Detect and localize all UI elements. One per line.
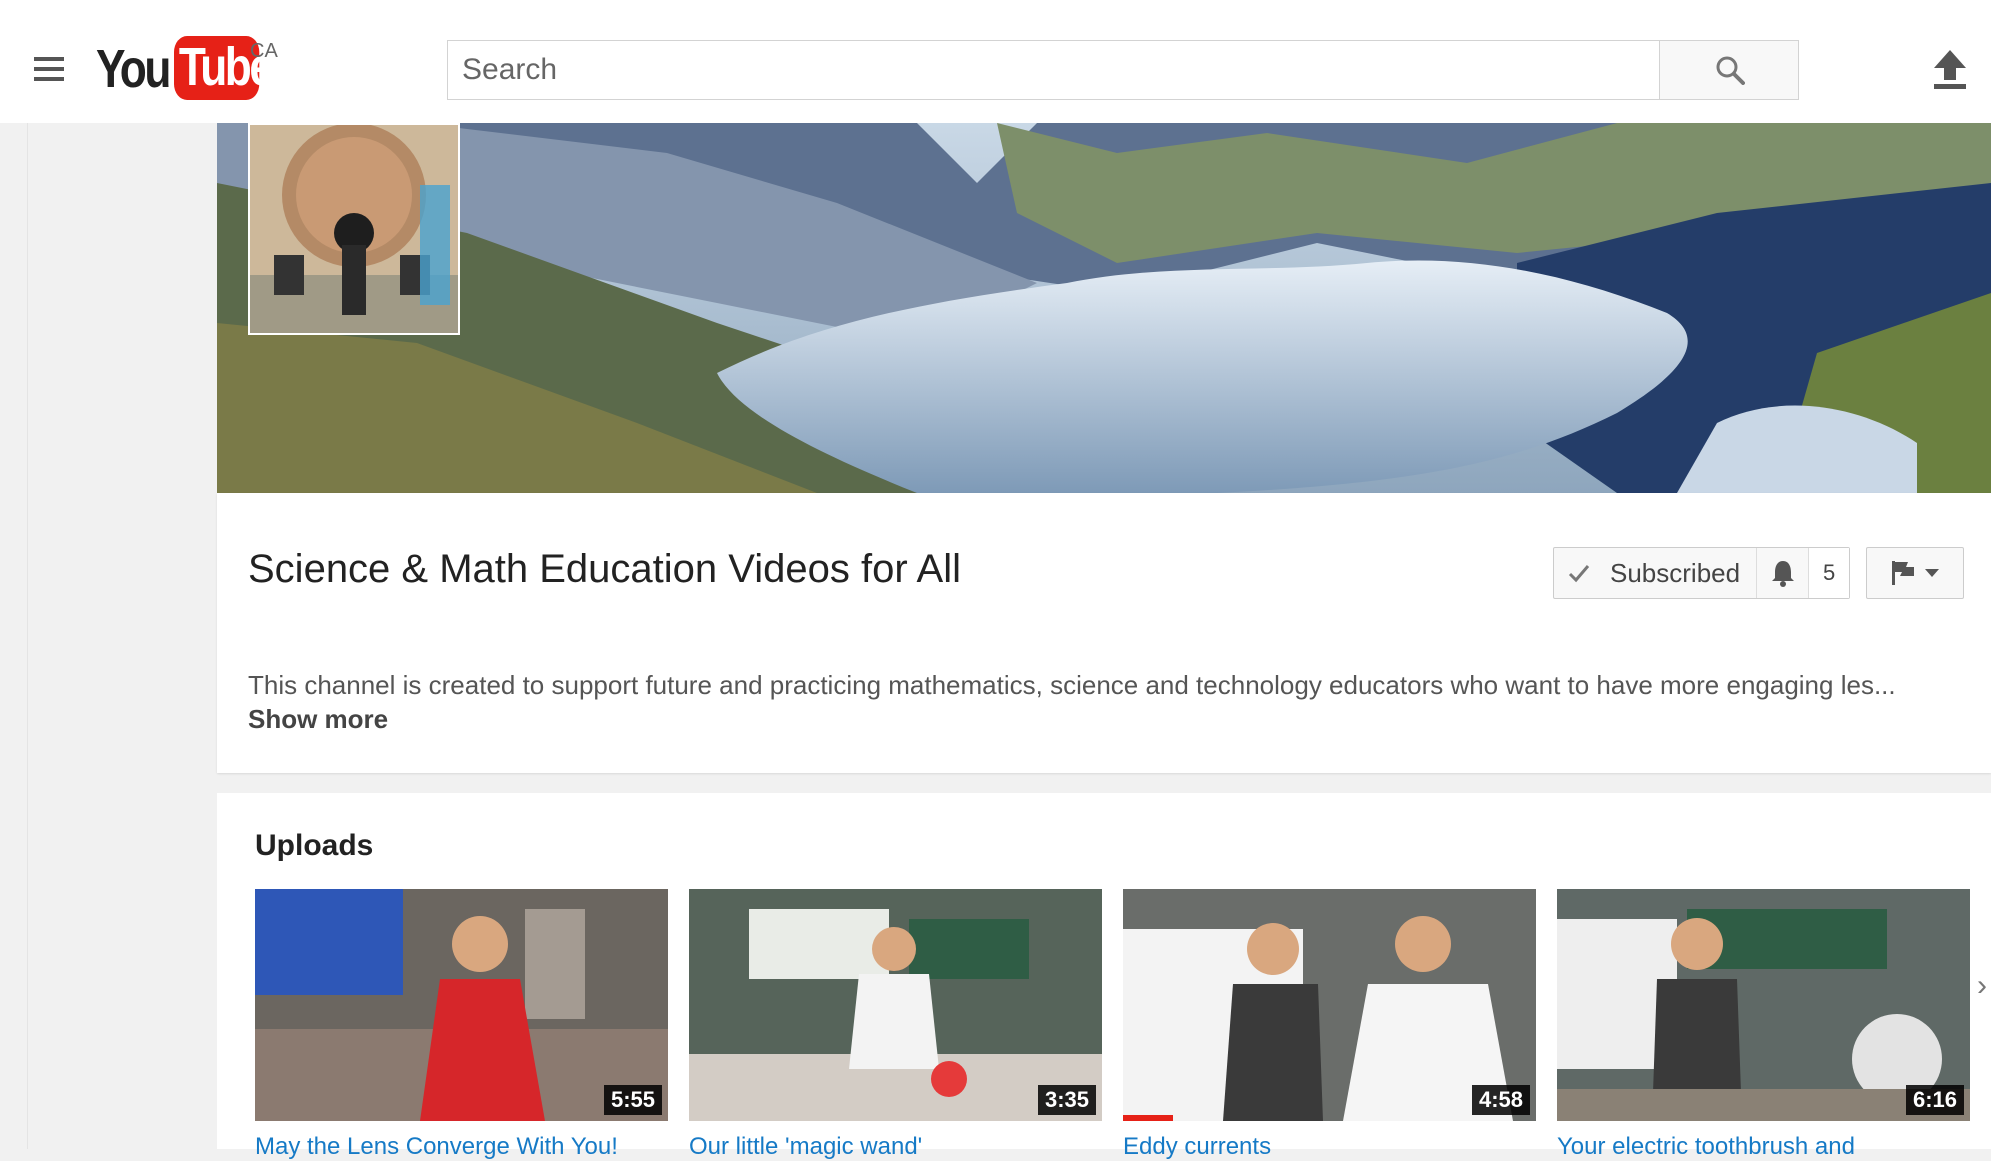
search-box <box>447 40 1660 100</box>
shelf-next-arrow-icon[interactable]: › <box>1977 969 1987 1003</box>
video-card[interactable]: 4:58 Eddy currents <box>1123 889 1536 1161</box>
chevron-down-icon <box>1925 569 1939 577</box>
video-title[interactable]: Our little 'magic wand' <box>689 1133 1102 1161</box>
subscribe-group: Subscribed 5 <box>1553 547 1851 599</box>
video-thumbnail[interactable]: 6:16 <box>1557 889 1970 1121</box>
video-title[interactable]: Eddy currents <box>1123 1133 1536 1161</box>
masthead: You Tube CA <box>0 0 1991 123</box>
channel-header: Science & Math Education Videos for All … <box>217 493 1991 773</box>
check-icon <box>1568 565 1590 583</box>
channel-title: Science & Math Education Videos for All <box>248 547 962 591</box>
description-text: This channel is created to support futur… <box>248 670 1896 700</box>
logo-you-text: You <box>96 39 171 99</box>
search-button[interactable] <box>1659 40 1799 100</box>
show-more-link[interactable]: Show more <box>248 704 388 734</box>
video-title[interactable]: Your electric toothbrush and <box>1557 1133 1970 1161</box>
subscriber-count-badge: 5 <box>1809 548 1850 598</box>
video-duration: 5:55 <box>603 1085 662 1115</box>
notification-bell-button[interactable] <box>1757 548 1810 598</box>
search-input[interactable] <box>448 41 1659 99</box>
video-duration: 3:35 <box>1037 1085 1096 1115</box>
logo-tube-text: Tube <box>174 36 274 100</box>
video-duration: 4:58 <box>1471 1085 1530 1115</box>
watched-progress-bar <box>1123 1115 1173 1121</box>
country-code: CA <box>250 40 278 62</box>
video-duration: 6:16 <box>1905 1085 1964 1115</box>
channel-avatar[interactable] <box>248 123 460 335</box>
channel-description: This channel is created to support futur… <box>248 668 1948 736</box>
video-card[interactable]: 5:55 May the Lens Converge With You! <box>255 889 668 1161</box>
channel-banner <box>217 123 1991 493</box>
hamburger-icon[interactable] <box>34 57 64 83</box>
uploads-heading: Uploads <box>255 829 374 862</box>
search-icon <box>1716 56 1745 85</box>
report-flag-button[interactable] <box>1866 547 1964 599</box>
video-thumbnail[interactable]: 3:35 <box>689 889 1102 1121</box>
youtube-logo[interactable]: You Tube CA <box>96 36 278 100</box>
video-thumbnail[interactable]: 4:58 <box>1123 889 1536 1121</box>
video-title[interactable]: May the Lens Converge With You! <box>255 1133 668 1161</box>
uploads-shelf: Uploads 5:55 May the Lens Converge With … <box>217 793 1991 1160</box>
upload-button[interactable] <box>1932 50 1968 90</box>
guide-sidebar <box>27 123 217 1149</box>
upload-icon <box>1934 50 1966 89</box>
video-thumbnail[interactable]: 5:55 <box>255 889 668 1121</box>
video-card[interactable]: 3:35 Our little 'magic wand' <box>689 889 1102 1161</box>
video-card[interactable]: 6:16 Your electric toothbrush and <box>1557 889 1970 1161</box>
subscribed-label: Subscribed <box>1610 557 1741 588</box>
flag-icon <box>1892 561 1914 585</box>
subscribed-button[interactable]: Subscribed <box>1554 548 1758 598</box>
bell-icon <box>1771 561 1794 587</box>
